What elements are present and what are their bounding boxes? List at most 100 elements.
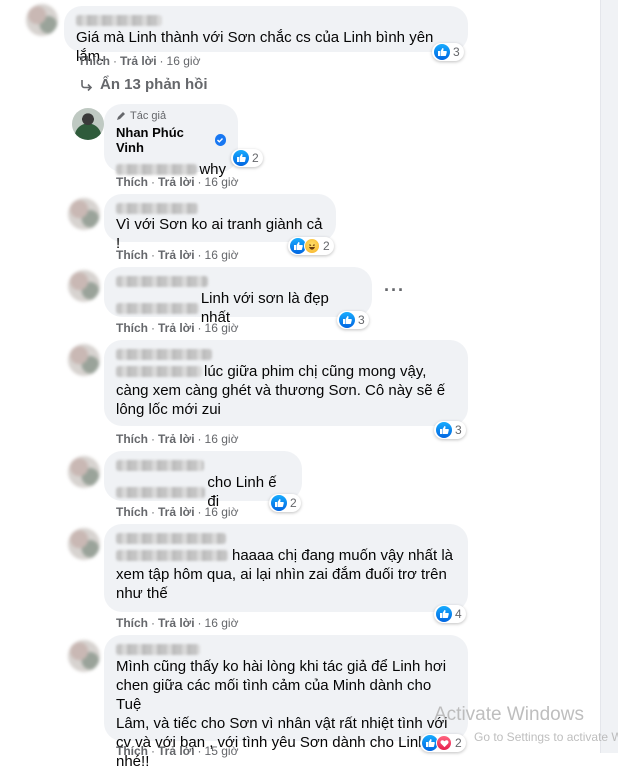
comment-bubble: lúc giữa phim chị cũng mong vậy, càng xe… — [104, 340, 468, 426]
like-reaction-icon — [436, 606, 452, 622]
like-reaction-icon — [434, 44, 450, 60]
reaction-count[interactable]: 2 — [231, 149, 263, 167]
badge-label: Tác giả — [130, 110, 167, 122]
reply-link[interactable]: Trả lời — [158, 321, 195, 335]
blurred-mention[interactable] — [116, 164, 198, 175]
timestamp[interactable]: 15 giờ — [205, 744, 239, 758]
blurred-author-name[interactable] — [116, 203, 198, 215]
separator: · — [151, 432, 155, 446]
comment-actions: Thích · Trả lời · 16 giờ — [116, 248, 238, 262]
separator: · — [159, 54, 164, 68]
blurred-author-name[interactable] — [116, 349, 212, 361]
timestamp[interactable]: 16 giờ — [205, 248, 239, 262]
comment-actions: Thích · Trả lời · 16 giờ — [116, 432, 238, 446]
reply-link[interactable]: Trả lời — [158, 175, 195, 189]
separator: · — [151, 505, 155, 519]
activate-windows-subtitle: Go to Settings to activate Windows. — [474, 730, 618, 744]
like-link[interactable]: Thích — [116, 248, 148, 262]
reaction-count[interactable]: 3 — [337, 311, 369, 329]
blurred-author-name[interactable] — [116, 533, 226, 545]
reaction-number: 3 — [453, 45, 460, 59]
comment-bubble: Linh với sơn là đẹp nhất — [104, 267, 372, 326]
reaction-count[interactable]: 2 — [269, 494, 301, 512]
avatar[interactable] — [68, 344, 100, 376]
comment-bubble: cho Linh ế đi — [104, 451, 302, 510]
reply-link[interactable]: Trả lời — [158, 248, 195, 262]
comment-actions: Thích · Trả lời · 16 giờ — [116, 321, 238, 335]
reply-link[interactable]: Trả lời — [158, 432, 195, 446]
comment-bubble: Mình cũng thấy ko hài lòng khi tác giả đ… — [104, 635, 468, 770]
timestamp[interactable]: 16 giờ — [205, 432, 239, 446]
blurred-mention[interactable] — [116, 486, 206, 498]
comment-actions: Thích · Trả lời · 16 giờ — [116, 175, 238, 189]
reply-link[interactable]: Trả lời — [158, 616, 195, 630]
reaction-count[interactable]: 2 — [288, 237, 334, 255]
separator: · — [151, 175, 155, 189]
author-avatar[interactable] — [72, 108, 104, 140]
blurred-author-name[interactable] — [116, 460, 204, 472]
comment-bubble: Giá mà Linh thành với Sơn chắc cs của Li… — [64, 6, 468, 65]
timestamp[interactable]: 16 giờ — [167, 54, 201, 68]
timestamp[interactable]: 16 giờ — [205, 321, 239, 335]
like-link[interactable]: Thích — [116, 321, 148, 335]
blurred-mention[interactable] — [116, 366, 202, 377]
separator: · — [151, 616, 155, 630]
avatar[interactable] — [68, 456, 100, 488]
timestamp[interactable]: 16 giờ — [205, 616, 239, 630]
avatar[interactable] — [26, 4, 58, 36]
blurred-author-name[interactable] — [76, 15, 162, 27]
avatar[interactable] — [68, 198, 100, 230]
like-link[interactable]: Thích — [116, 505, 148, 519]
comment-actions: Thích · Trả lời · 16 giờ — [78, 54, 200, 68]
separator: · — [151, 248, 155, 262]
love-reaction-icon — [436, 735, 452, 751]
comment-text-line: haaaa chị đang muốn vậy nhất là — [232, 547, 453, 564]
author-name[interactable]: Nhan Phúc Vinh — [116, 125, 211, 155]
like-link[interactable]: Thích — [78, 54, 110, 68]
pencil-icon — [117, 112, 125, 120]
more-options-icon[interactable]: ··· — [384, 280, 405, 301]
reaction-count[interactable]: 3 — [434, 421, 466, 439]
reaction-number: 4 — [455, 607, 462, 621]
reply-link[interactable]: Trả lời — [158, 744, 195, 758]
blurred-mention[interactable] — [116, 550, 228, 561]
haha-reaction-icon — [304, 238, 320, 254]
reaction-number: 3 — [455, 423, 462, 437]
comment-bubble: haaaa chị đang muốn vậy nhất là xem tập … — [104, 524, 468, 612]
like-link[interactable]: Thích — [116, 175, 148, 189]
separator: · — [197, 616, 202, 630]
author-badge: Tác giả — [116, 110, 226, 122]
scrollbar-gutter[interactable] — [600, 0, 618, 753]
avatar[interactable] — [68, 270, 100, 302]
separator: · — [113, 54, 117, 68]
comment-text-line: lúc giữa phim chị cũng mong vậy, — [204, 363, 427, 380]
activate-windows-title: Activate Windows — [434, 704, 584, 725]
reaction-count[interactable]: 2 — [420, 734, 466, 752]
blurred-author-name[interactable] — [116, 276, 208, 288]
timestamp[interactable]: 16 giờ — [205, 505, 239, 519]
reaction-count[interactable]: 4 — [434, 605, 466, 623]
comment-text-line: xem tập hôm qua, ai lại nhìn zai đắm đuố… — [116, 566, 447, 583]
blurred-mention[interactable] — [116, 302, 199, 314]
separator: · — [151, 744, 155, 758]
like-link[interactable]: Thích — [116, 744, 148, 758]
reaction-number: 2 — [323, 239, 330, 253]
avatar[interactable] — [68, 528, 100, 560]
hide-replies-label: Ẩn 13 phản hồi — [100, 76, 208, 93]
reaction-count[interactable]: 3 — [432, 43, 464, 61]
blurred-author-name[interactable] — [116, 644, 200, 656]
like-link[interactable]: Thích — [116, 616, 148, 630]
reply-link[interactable]: Trả lời — [120, 54, 157, 68]
separator: · — [197, 175, 202, 189]
like-reaction-icon — [339, 312, 355, 328]
comment-actions: Thích · Trả lời · 15 giờ — [116, 744, 238, 758]
reply-link[interactable]: Trả lời — [158, 505, 195, 519]
like-link[interactable]: Thích — [116, 432, 148, 446]
comment-actions: Thích · Trả lời · 16 giờ — [116, 616, 238, 630]
hide-replies-button[interactable]: Ẩn 13 phản hồi — [80, 76, 208, 93]
avatar[interactable] — [68, 640, 100, 672]
comment-bubble: Tác giả Nhan Phúc Vinh why — [104, 104, 238, 178]
comment-text-line: như thế — [116, 585, 168, 602]
timestamp[interactable]: 16 giờ — [205, 175, 239, 189]
comment-bubble: Vì với Sơn ko ai tranh giành cả ! — [104, 194, 336, 252]
